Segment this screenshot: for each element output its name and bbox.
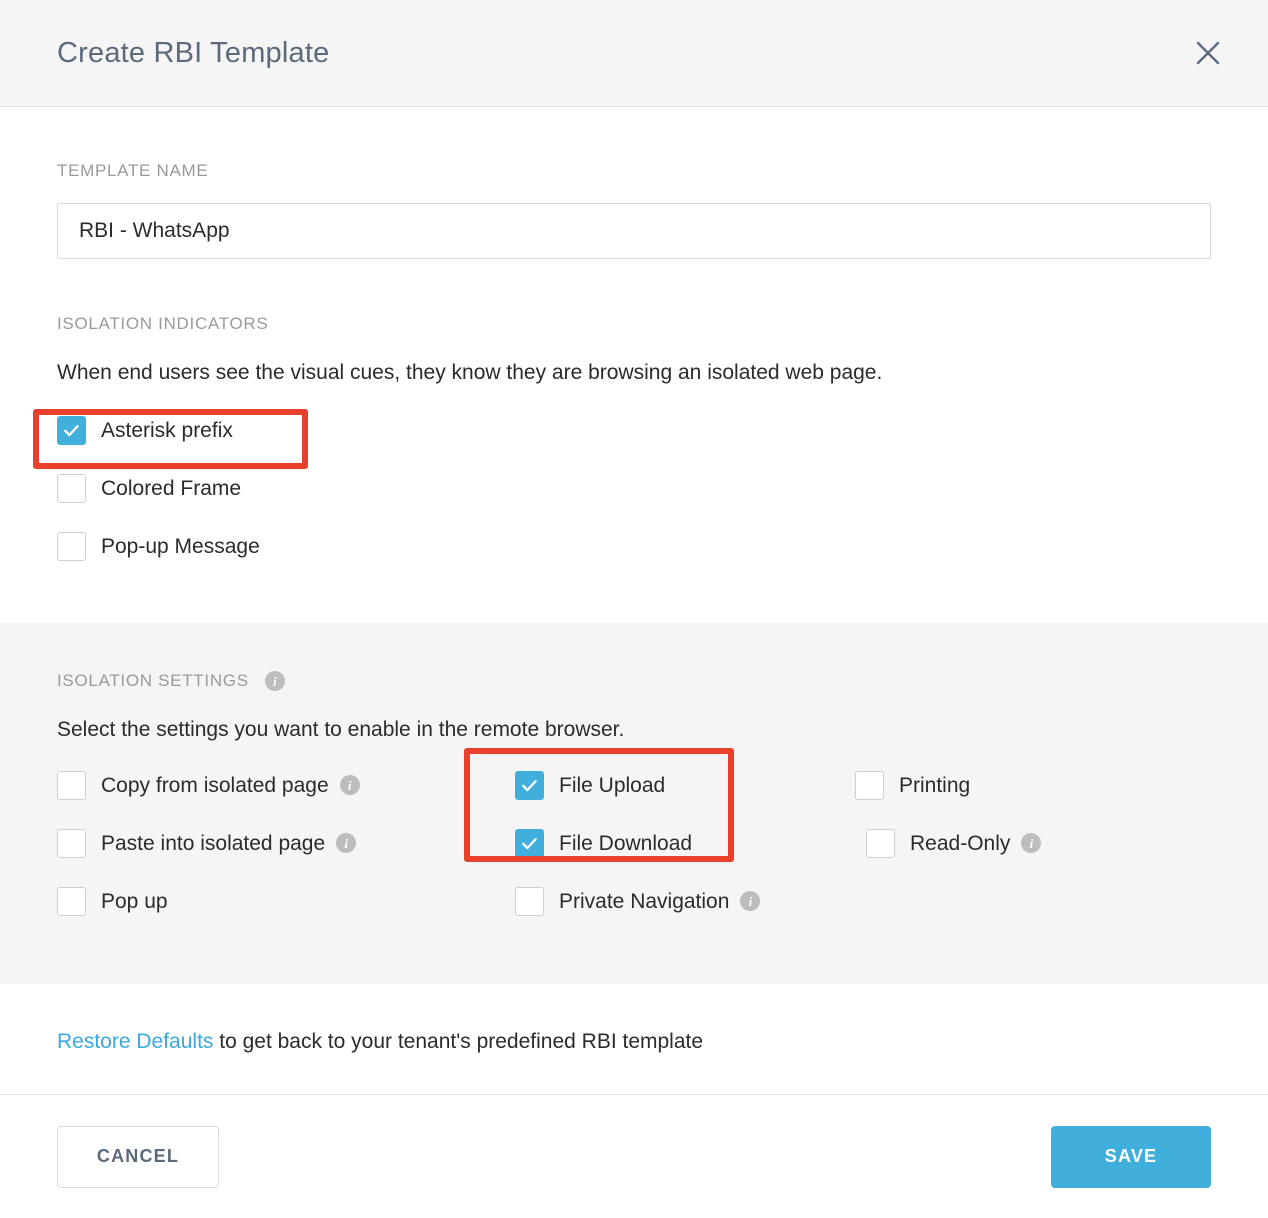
- save-button[interactable]: SAVE: [1051, 1125, 1211, 1188]
- checkbox-printing[interactable]: Printing: [822, 756, 1211, 814]
- restore-defaults-link[interactable]: Restore Defaults: [57, 1030, 213, 1053]
- checkbox-box[interactable]: [57, 828, 86, 858]
- checkbox-label: Pop-up Message: [101, 534, 260, 558]
- isolation-indicators-section: ISOLATION INDICATORS When end users see …: [0, 259, 1268, 624]
- isolation-settings-grid: Copy from isolated page i File Upload Pr…: [57, 756, 1211, 984]
- checkbox-label: Pop up: [101, 889, 168, 913]
- checkbox-colored-frame[interactable]: Colored Frame: [57, 459, 1211, 517]
- checkbox-copy-from-isolated-page[interactable]: Copy from isolated page i: [57, 756, 482, 814]
- checkbox-label: Printing: [899, 773, 971, 797]
- isolation-settings-description: Select the settings you want to enable i…: [57, 718, 625, 742]
- checkbox-file-upload[interactable]: File Upload: [482, 756, 822, 814]
- isolation-settings-section: ISOLATION SETTINGS i Select the settings…: [0, 623, 1268, 985]
- isolation-indicators-description: When end users see the visual cues, they…: [57, 361, 883, 384]
- checkbox-box[interactable]: [57, 531, 86, 561]
- checkbox-read-only[interactable]: Read-Only i: [822, 814, 1211, 872]
- dialog-footer: CANCEL SAVE: [0, 1094, 1268, 1218]
- checkbox-box[interactable]: [515, 770, 544, 800]
- info-icon-glyph: i: [748, 893, 753, 909]
- page-title: Create RBI Template: [57, 36, 330, 69]
- restore-defaults-suffix: to get back to your tenant's predefined …: [213, 1030, 704, 1054]
- info-icon[interactable]: i: [740, 891, 761, 912]
- template-name-section: TEMPLATE NAME: [0, 107, 1268, 259]
- template-name-input[interactable]: [57, 203, 1211, 259]
- checkbox-pop-up[interactable]: Pop up: [57, 872, 482, 930]
- checkbox-paste-into-isolated-page[interactable]: Paste into isolated page i: [57, 814, 482, 872]
- cancel-button[interactable]: CANCEL: [57, 1125, 219, 1188]
- checkbox-label: Read-Only: [910, 831, 1011, 855]
- checkbox-box[interactable]: [866, 828, 895, 858]
- info-icon[interactable]: i: [1021, 833, 1042, 854]
- checkbox-box[interactable]: [57, 886, 86, 916]
- info-icon[interactable]: i: [264, 671, 285, 692]
- checkbox-popup-message[interactable]: Pop-up Message: [57, 517, 1211, 575]
- checkbox-label: Copy from isolated page: [101, 773, 329, 797]
- checkbox-private-navigation[interactable]: Private Navigation i: [482, 872, 822, 930]
- checkbox-box[interactable]: [57, 770, 86, 800]
- checkbox-box[interactable]: [515, 828, 544, 858]
- checkbox-box[interactable]: [57, 473, 86, 503]
- isolation-settings-label: ISOLATION SETTINGS: [57, 671, 249, 691]
- dialog-body: TEMPLATE NAME ISOLATION INDICATORS When …: [0, 107, 1268, 1094]
- checkbox-box[interactable]: [57, 415, 86, 445]
- checkbox-label: Private Navigation: [559, 889, 730, 913]
- info-icon-glyph: i: [344, 835, 348, 851]
- info-icon[interactable]: i: [336, 833, 357, 854]
- close-icon[interactable]: [1186, 31, 1230, 75]
- restore-defaults-row: Restore Defaults to get back to your ten…: [0, 984, 1268, 1055]
- checkbox-label: Colored Frame: [101, 476, 242, 500]
- checkbox-label: Paste into isolated page: [101, 831, 326, 855]
- info-icon-glyph: i: [272, 673, 277, 689]
- checkbox-label: File Download: [559, 831, 693, 855]
- info-icon-glyph: i: [1029, 835, 1034, 851]
- dialog-header: Create RBI Template: [0, 0, 1268, 107]
- create-rbi-template-dialog: Create RBI Template TEMPLATE NAME ISOLAT…: [0, 0, 1268, 1218]
- info-icon-glyph: i: [347, 777, 352, 793]
- template-name-label: TEMPLATE NAME: [57, 161, 209, 180]
- checkbox-label: Asterisk prefix: [101, 418, 233, 442]
- checkbox-file-download[interactable]: File Download: [482, 814, 822, 872]
- isolation-settings-heading: ISOLATION SETTINGS i: [57, 623, 1211, 692]
- isolation-indicators-label: ISOLATION INDICATORS: [57, 314, 269, 333]
- checkbox-label: File Upload: [559, 773, 666, 797]
- isolation-indicators-list: Asterisk prefix Colored Frame Pop-up Mes…: [57, 401, 1211, 623]
- checkbox-box[interactable]: [515, 886, 544, 916]
- checkbox-box[interactable]: [855, 770, 884, 800]
- info-icon[interactable]: i: [339, 775, 360, 796]
- checkbox-asterisk-prefix[interactable]: Asterisk prefix: [57, 401, 1211, 459]
